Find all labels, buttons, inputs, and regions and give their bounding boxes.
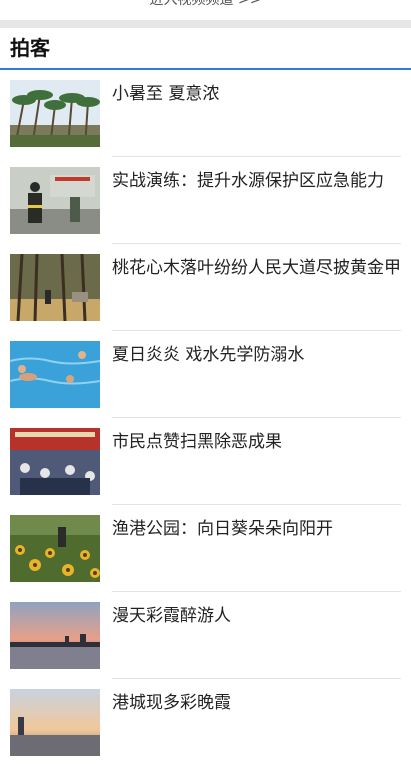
item-title[interactable]: 市民点赞扫黑除恶成果 (112, 430, 403, 455)
section-header: 拍客 (0, 28, 411, 70)
item-title[interactable]: 渔港公园：向日葵朵朵向阳开 (112, 517, 403, 542)
item-title[interactable]: 夏日炎炎 戏水先学防溺水 (112, 343, 403, 368)
list-item[interactable]: 市民点赞扫黑除恶成果 (0, 418, 411, 505)
item-title[interactable]: 实战演练：提升水源保护区应急能力 (112, 169, 403, 194)
firefighter-drill-thumbnail[interactable] (10, 167, 100, 234)
item-title[interactable]: 漫天彩霞醉游人 (112, 604, 403, 629)
item-title[interactable]: 小暑至 夏意浓 (112, 82, 403, 107)
mahogany-avenue-thumbnail[interactable] (10, 254, 100, 321)
sunset-clouds-thumbnail[interactable] (10, 602, 100, 669)
list-item[interactable]: 桃花心木落叶纷纷人民大道尽披黄金甲 (0, 244, 411, 331)
item-title[interactable]: 桃花心木落叶纷纷人民大道尽披黄金甲 (112, 256, 403, 281)
section-divider (0, 20, 411, 28)
video-channel-link[interactable]: 进入视频频道 >> (0, 0, 411, 13)
exhibition-crowd-thumbnail[interactable] (10, 428, 100, 495)
list-item[interactable]: 渔港公园：向日葵朵朵向阳开 (0, 505, 411, 592)
sunflower-park-thumbnail[interactable] (10, 515, 100, 582)
harbor-sunset-thumbnail[interactable] (10, 689, 100, 756)
list-item[interactable]: 漫天彩霞醉游人 (0, 592, 411, 679)
list-item[interactable]: 港城现多彩晚霞 (0, 679, 411, 766)
swimming-pool-thumbnail[interactable] (10, 341, 100, 408)
list-item[interactable]: 小暑至 夏意浓 (0, 70, 411, 157)
palm-trees-thumbnail[interactable] (10, 80, 100, 147)
list-item[interactable]: 实战演练：提升水源保护区应急能力 (0, 157, 411, 244)
item-title[interactable]: 港城现多彩晚霞 (112, 691, 403, 716)
news-list: 小暑至 夏意浓 实战演练：提升水源保护区应急能力 桃花心木落叶纷纷人民大道尽披黄… (0, 70, 411, 766)
list-item[interactable]: 夏日炎炎 戏水先学防溺水 (0, 331, 411, 418)
section-title: 拍客 (10, 36, 50, 60)
